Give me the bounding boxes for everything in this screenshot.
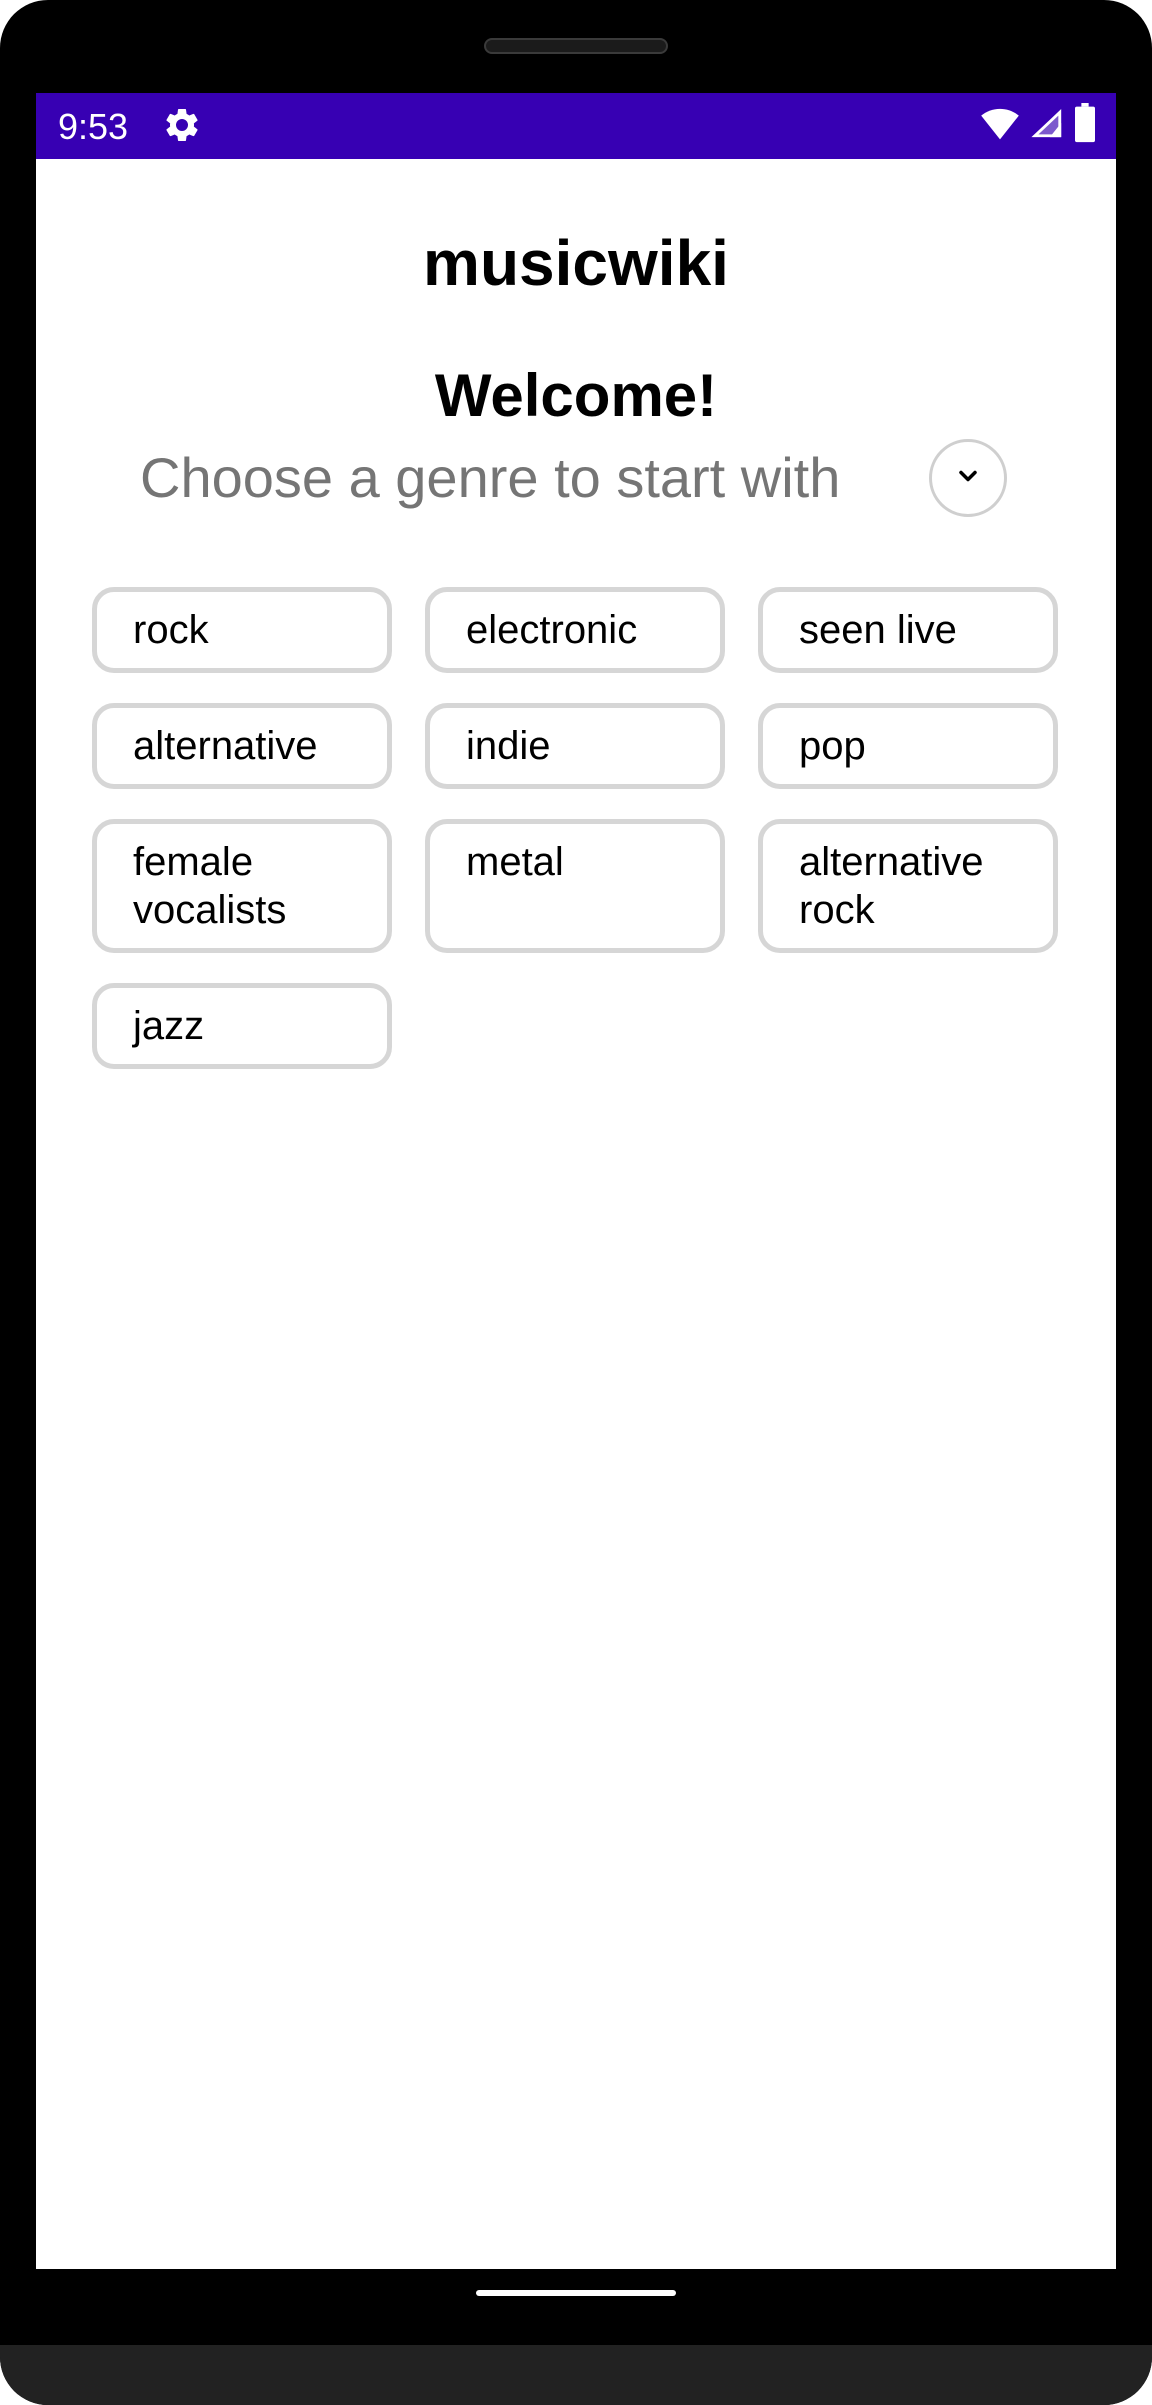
welcome-heading: Welcome!	[434, 362, 718, 429]
status-bar: 9:53	[36, 93, 1116, 159]
phone-frame: 9:53 musicwiki Welcome! Choose a genre t…	[0, 0, 1152, 2405]
app-title: musicwiki	[423, 227, 729, 299]
settings-gear-icon	[162, 105, 202, 145]
genre-chip-alternative-rock[interactable]: alternative rock	[758, 819, 1058, 953]
genre-chip-pop[interactable]: pop	[758, 703, 1058, 789]
genre-chip-electronic[interactable]: electronic	[425, 587, 725, 673]
status-time: 9:53	[58, 106, 129, 147]
earpiece-speaker	[484, 38, 668, 54]
genre-chip-jazz[interactable]: jazz	[92, 983, 392, 1069]
gesture-nav-handle[interactable]	[476, 2290, 676, 2296]
wifi-icon	[980, 105, 1020, 146]
genre-chip-rock[interactable]: rock	[92, 587, 392, 673]
genre-chip-metal[interactable]: metal	[425, 819, 725, 953]
chevron-down-icon	[954, 462, 982, 495]
app-screen: 9:53 musicwiki Welcome! Choose a genre t…	[36, 93, 1116, 2269]
genre-chip-indie[interactable]: indie	[425, 703, 725, 789]
genre-chip-seen-live[interactable]: seen live	[758, 587, 1058, 673]
genre-chip-female-vocalists[interactable]: female vocalists	[92, 819, 392, 953]
genre-chip-grid: rock electronic seen live alternative in…	[92, 587, 1060, 1069]
bottom-bezel	[0, 2345, 1152, 2405]
status-icons	[980, 102, 1096, 148]
cell-signal-icon	[1030, 106, 1064, 145]
genre-prompt: Choose a genre to start with	[140, 446, 841, 509]
genre-chip-alternative[interactable]: alternative	[92, 703, 392, 789]
battery-icon	[1074, 102, 1096, 148]
expand-genres-button[interactable]	[929, 439, 1007, 517]
